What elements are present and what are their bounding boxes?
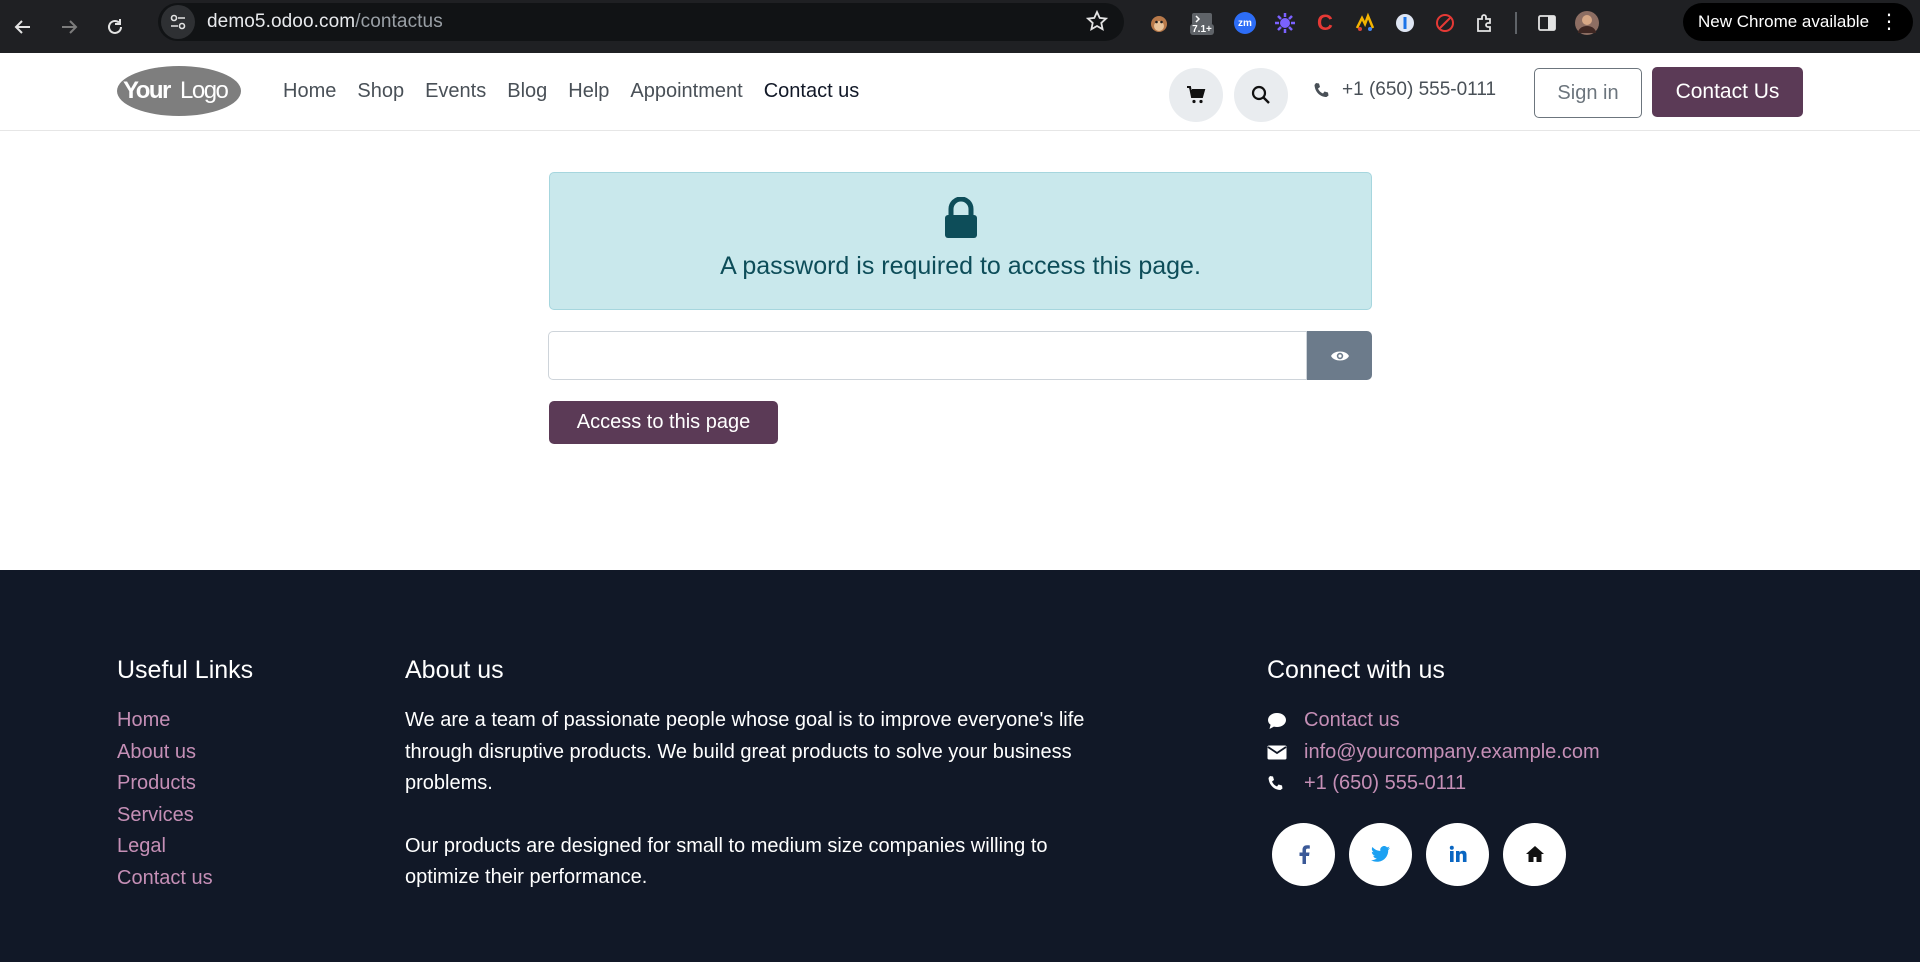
side-panel-icon[interactable] <box>1531 7 1563 39</box>
main-nav: Home Shop Events Blog Help Appointment C… <box>283 53 880 130</box>
forward-button[interactable] <box>46 5 92 49</box>
profile-avatar-icon[interactable] <box>1571 7 1603 39</box>
about-us-title: About us <box>405 656 504 684</box>
contact-us-button[interactable]: Contact Us <box>1652 67 1803 117</box>
address-bar[interactable]: demo5.odoo.com/contactus <box>158 3 1124 41</box>
connect-email-item: info@yourcompany.example.com <box>1267 737 1600 769</box>
connect-title: Connect with us <box>1267 656 1445 684</box>
footer-link-services[interactable]: Services <box>117 800 253 832</box>
nav-help[interactable]: Help <box>568 80 609 103</box>
connect-contact-item: Contact us <box>1267 705 1600 737</box>
arrow-left-icon <box>14 19 30 34</box>
chrome-update-button[interactable]: New Chrome available ⋮ <box>1683 3 1913 41</box>
kebab-menu-icon[interactable]: ⋮ <box>1879 9 1899 34</box>
footer-link-home[interactable]: Home <box>117 705 253 737</box>
url-path: /contactus <box>355 11 443 32</box>
reload-button[interactable] <box>92 5 138 49</box>
footer-link-contact-us[interactable]: Contact us <box>117 863 253 895</box>
social-links <box>1272 822 1600 886</box>
about-paragraph-1: We are a team of passionate people whose… <box>405 709 1085 794</box>
cart-button[interactable] <box>1169 68 1223 122</box>
lock-icon <box>943 196 979 244</box>
search-icon <box>1251 85 1270 104</box>
header-phone[interactable]: +1 (650) 555-0111 <box>1313 79 1496 101</box>
browser-toolbar: demo5.odoo.com/contactus 7.1+ zm C New C… <box>0 0 1920 53</box>
footer-link-legal[interactable]: Legal <box>117 831 253 863</box>
logo-text-your: Your <box>123 77 171 104</box>
footer-link-about-us[interactable]: About us <box>117 737 253 769</box>
nav-shop[interactable]: Shop <box>357 80 404 103</box>
nav-blog[interactable]: Blog <box>507 80 547 103</box>
back-button[interactable] <box>0 5 46 49</box>
password-required-alert: A password is required to access this pa… <box>549 172 1372 310</box>
nav-appointment[interactable]: Appointment <box>630 80 742 103</box>
facebook-icon <box>1299 845 1310 864</box>
alert-message: A password is required to access this pa… <box>720 252 1201 280</box>
header-phone-text: +1 (650) 555-0111 <box>1342 79 1497 100</box>
useful-links-title: Useful Links <box>117 656 254 684</box>
site-info-icon[interactable] <box>161 5 195 39</box>
password-input[interactable] <box>548 331 1307 380</box>
linkedin-button[interactable] <box>1426 822 1489 886</box>
sign-in-button[interactable]: Sign in <box>1534 68 1642 118</box>
connect-contact-link[interactable]: Contact us <box>1304 705 1400 737</box>
connect-email-link[interactable]: info@yourcompany.example.com <box>1304 737 1600 769</box>
zoom-extension-icon[interactable]: zm <box>1229 7 1261 39</box>
extension-badge: 7.1+ <box>1190 23 1214 35</box>
eye-icon <box>1330 351 1349 360</box>
gear-extension-icon[interactable] <box>1269 7 1301 39</box>
home-button[interactable] <box>1503 822 1566 886</box>
bookmark-star-icon[interactable] <box>1085 9 1109 38</box>
about-us-section: About us We are a team of passionate peo… <box>405 655 1095 925</box>
home-icon <box>1525 846 1544 862</box>
about-paragraph-2: Our products are designed for small to m… <box>405 834 1048 889</box>
c-extension-icon[interactable]: C <box>1309 7 1341 39</box>
useful-links-section: Useful Links Home About us Products Serv… <box>117 655 253 894</box>
cart-icon <box>1187 86 1206 104</box>
url-domain: demo5.odoo.com <box>207 11 356 32</box>
linkedin-icon <box>1449 845 1466 862</box>
phone-icon <box>1267 775 1304 792</box>
reload-icon <box>108 18 122 34</box>
terminal-extension-icon[interactable]: 7.1+ <box>1183 7 1221 39</box>
envelope-icon <box>1267 745 1304 760</box>
connect-phone-link[interactable]: +1 (650) 555-0111 <box>1304 768 1466 800</box>
site-footer: Useful Links Home About us Products Serv… <box>0 570 1920 962</box>
puzzle-extensions-icon[interactable] <box>1469 7 1501 39</box>
nav-contact-us[interactable]: Contact us <box>764 80 860 103</box>
monkey-extension-icon[interactable] <box>1143 7 1175 39</box>
password-manager-extension-icon[interactable] <box>1389 7 1421 39</box>
facebook-button[interactable] <box>1272 822 1335 886</box>
extensions-bar: 7.1+ zm C <box>1143 6 1603 40</box>
block-extension-icon[interactable] <box>1429 7 1461 39</box>
url-text: demo5.odoo.com/contactus <box>207 11 443 33</box>
site-logo[interactable]: Your Logo <box>117 65 242 117</box>
toolbar-divider <box>1515 12 1517 34</box>
logo-text-logo: Logo <box>180 77 229 104</box>
nav-home[interactable]: Home <box>283 80 336 103</box>
chrome-update-label: New Chrome available <box>1698 12 1870 31</box>
arrow-right-icon <box>62 19 78 34</box>
connect-section: Connect with us Contact us info@yourcomp… <box>1267 655 1600 886</box>
comment-icon <box>1267 712 1304 730</box>
colorful-extension-icon[interactable] <box>1349 7 1381 39</box>
show-password-button[interactable] <box>1307 331 1372 380</box>
footer-link-products[interactable]: Products <box>117 768 253 800</box>
nav-events[interactable]: Events <box>425 80 486 103</box>
twitter-button[interactable] <box>1349 822 1412 886</box>
phone-icon <box>1313 82 1330 99</box>
password-input-group <box>548 331 1372 380</box>
twitter-icon <box>1370 846 1390 862</box>
access-page-button[interactable]: Access to this page <box>549 401 778 444</box>
site-header: Your Logo Home Shop Events Blog Help App… <box>0 53 1920 131</box>
connect-phone-item: +1 (650) 555-0111 <box>1267 768 1600 800</box>
search-button[interactable] <box>1234 68 1288 122</box>
